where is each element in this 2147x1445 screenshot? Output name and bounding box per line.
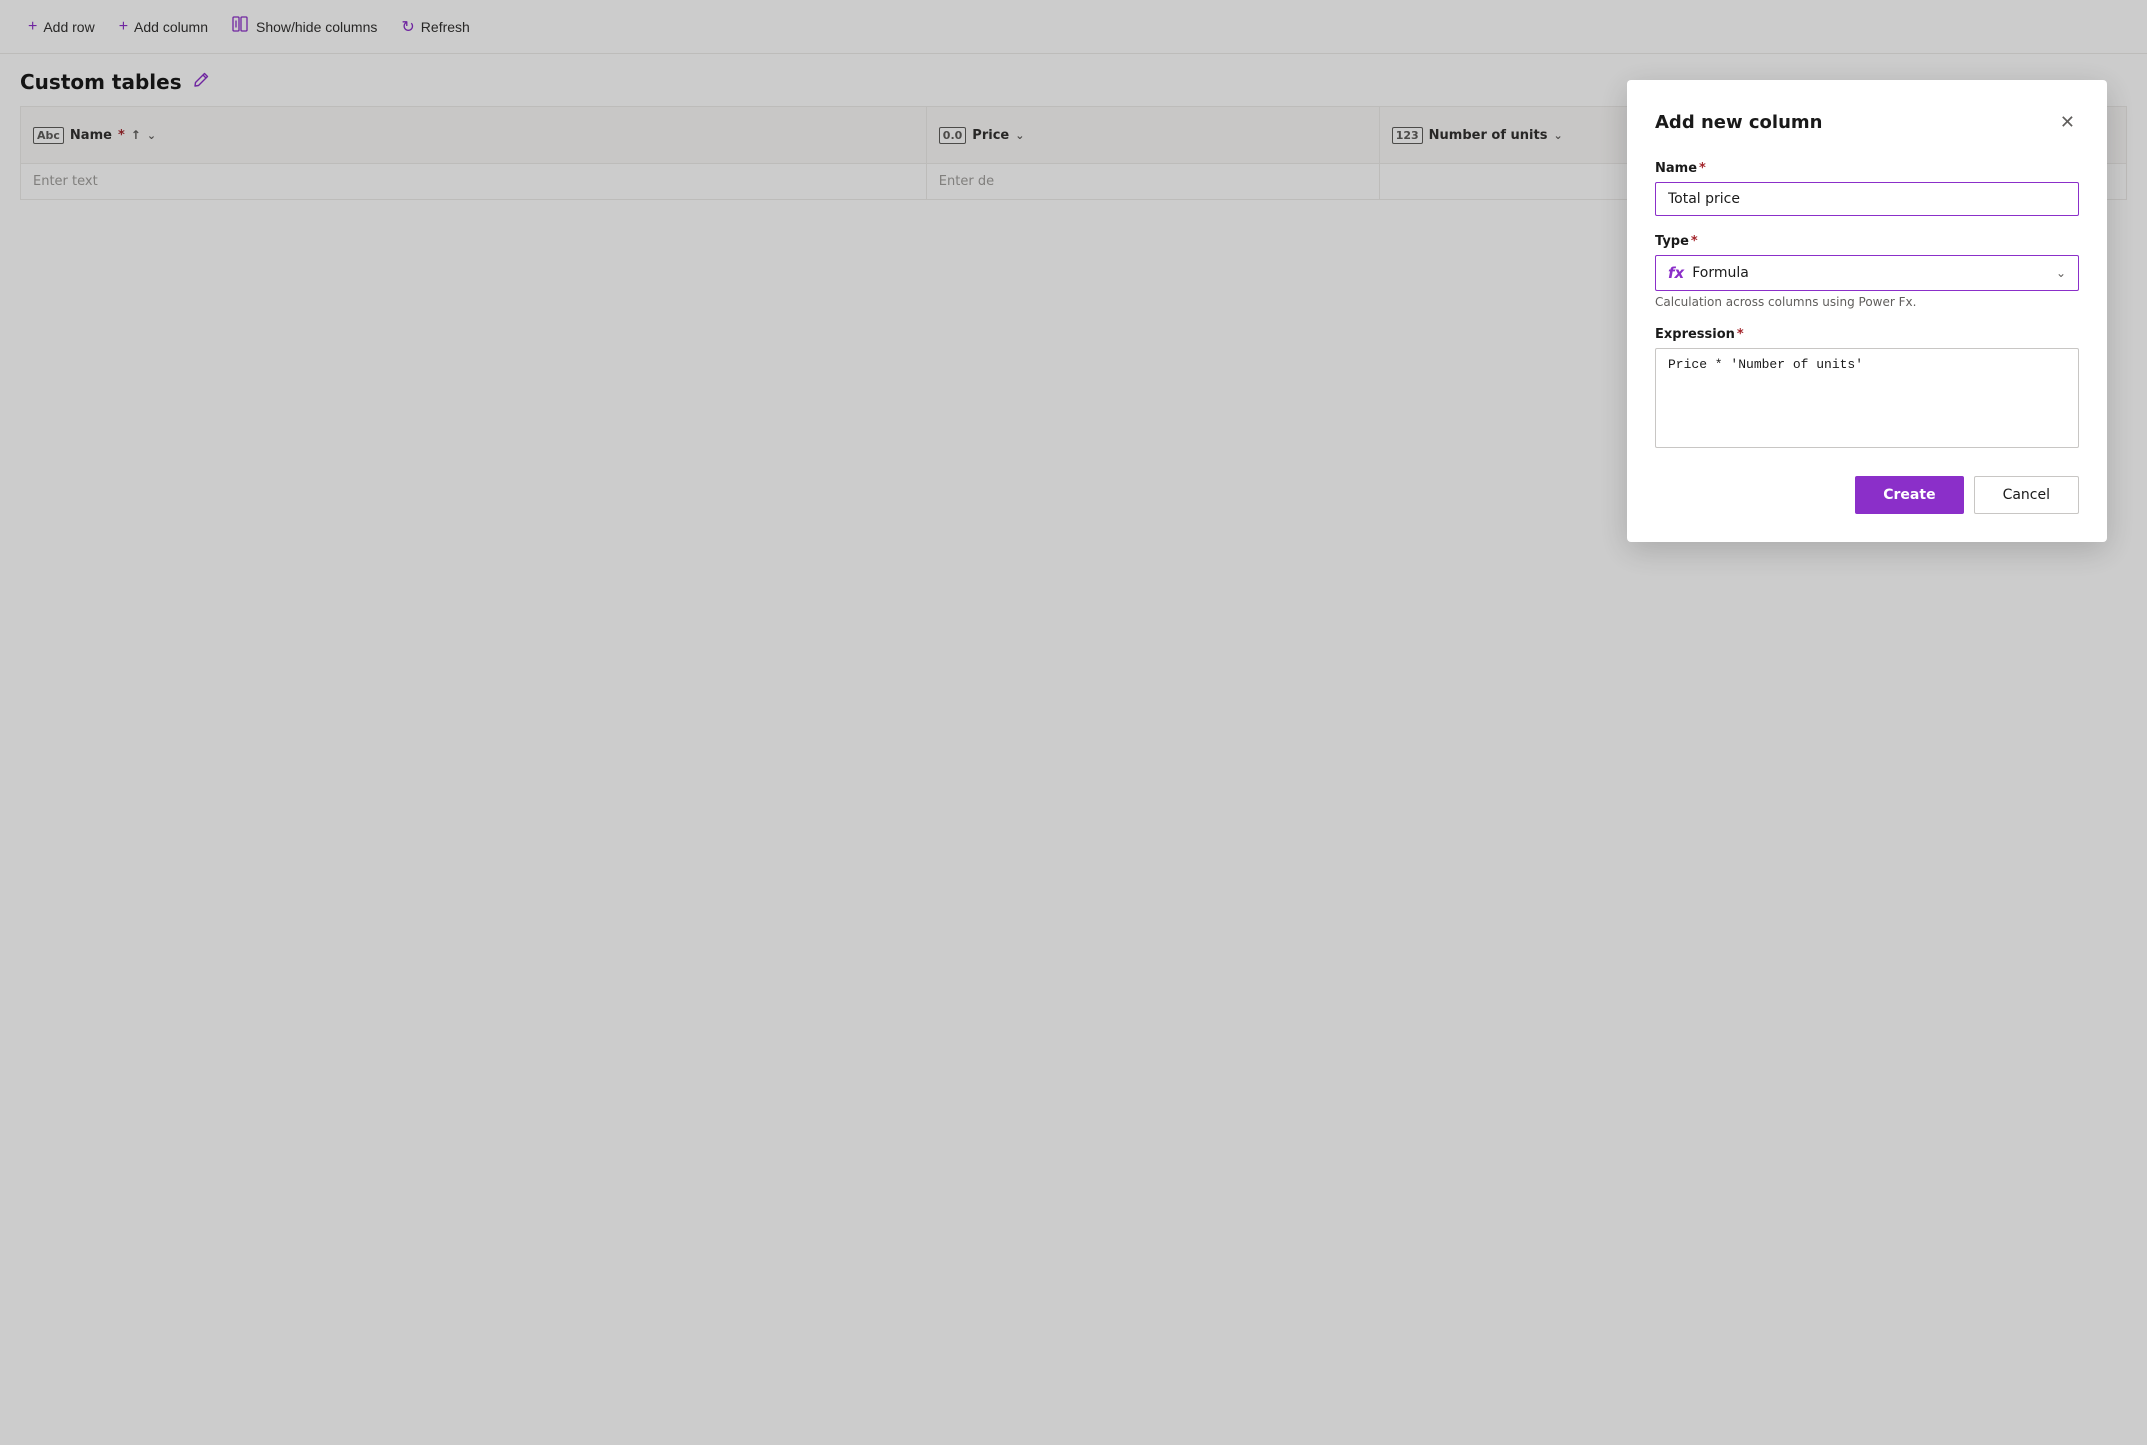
modal-footer: Create Cancel [1655, 476, 2079, 514]
type-select[interactable]: fx Formula ⌄ [1655, 255, 2079, 291]
helper-text: Calculation across columns using Power F… [1655, 295, 2079, 309]
expression-textarea[interactable]: Price * 'Number of units' [1655, 348, 2079, 448]
name-field-group: Name* [1655, 161, 2079, 216]
modal-overlay: Add new column ✕ Name* Type* fx Formula … [0, 0, 2147, 1445]
expression-field-group: Expression* Price * 'Number of units' [1655, 327, 2079, 452]
modal-header: Add new column ✕ [1655, 108, 2079, 137]
create-button[interactable]: Create [1855, 476, 1963, 514]
expression-field-label: Expression* [1655, 327, 2079, 342]
name-required: * [1699, 161, 1706, 176]
name-input[interactable] [1655, 182, 2079, 216]
type-field-label: Type* [1655, 234, 2079, 249]
type-required: * [1691, 234, 1698, 249]
formula-fx-icon: fx [1668, 264, 1684, 282]
type-field-group: Type* fx Formula ⌄ Calculation across co… [1655, 234, 2079, 309]
type-chevron-icon: ⌄ [2056, 266, 2066, 280]
expression-required: * [1737, 327, 1744, 342]
add-column-modal: Add new column ✕ Name* Type* fx Formula … [1627, 80, 2107, 542]
modal-title: Add new column [1655, 112, 1822, 133]
close-modal-button[interactable]: ✕ [2056, 108, 2079, 137]
type-select-inner: fx Formula [1668, 264, 1749, 282]
cancel-button[interactable]: Cancel [1974, 476, 2079, 514]
name-field-label: Name* [1655, 161, 2079, 176]
type-value-label: Formula [1692, 265, 1749, 281]
